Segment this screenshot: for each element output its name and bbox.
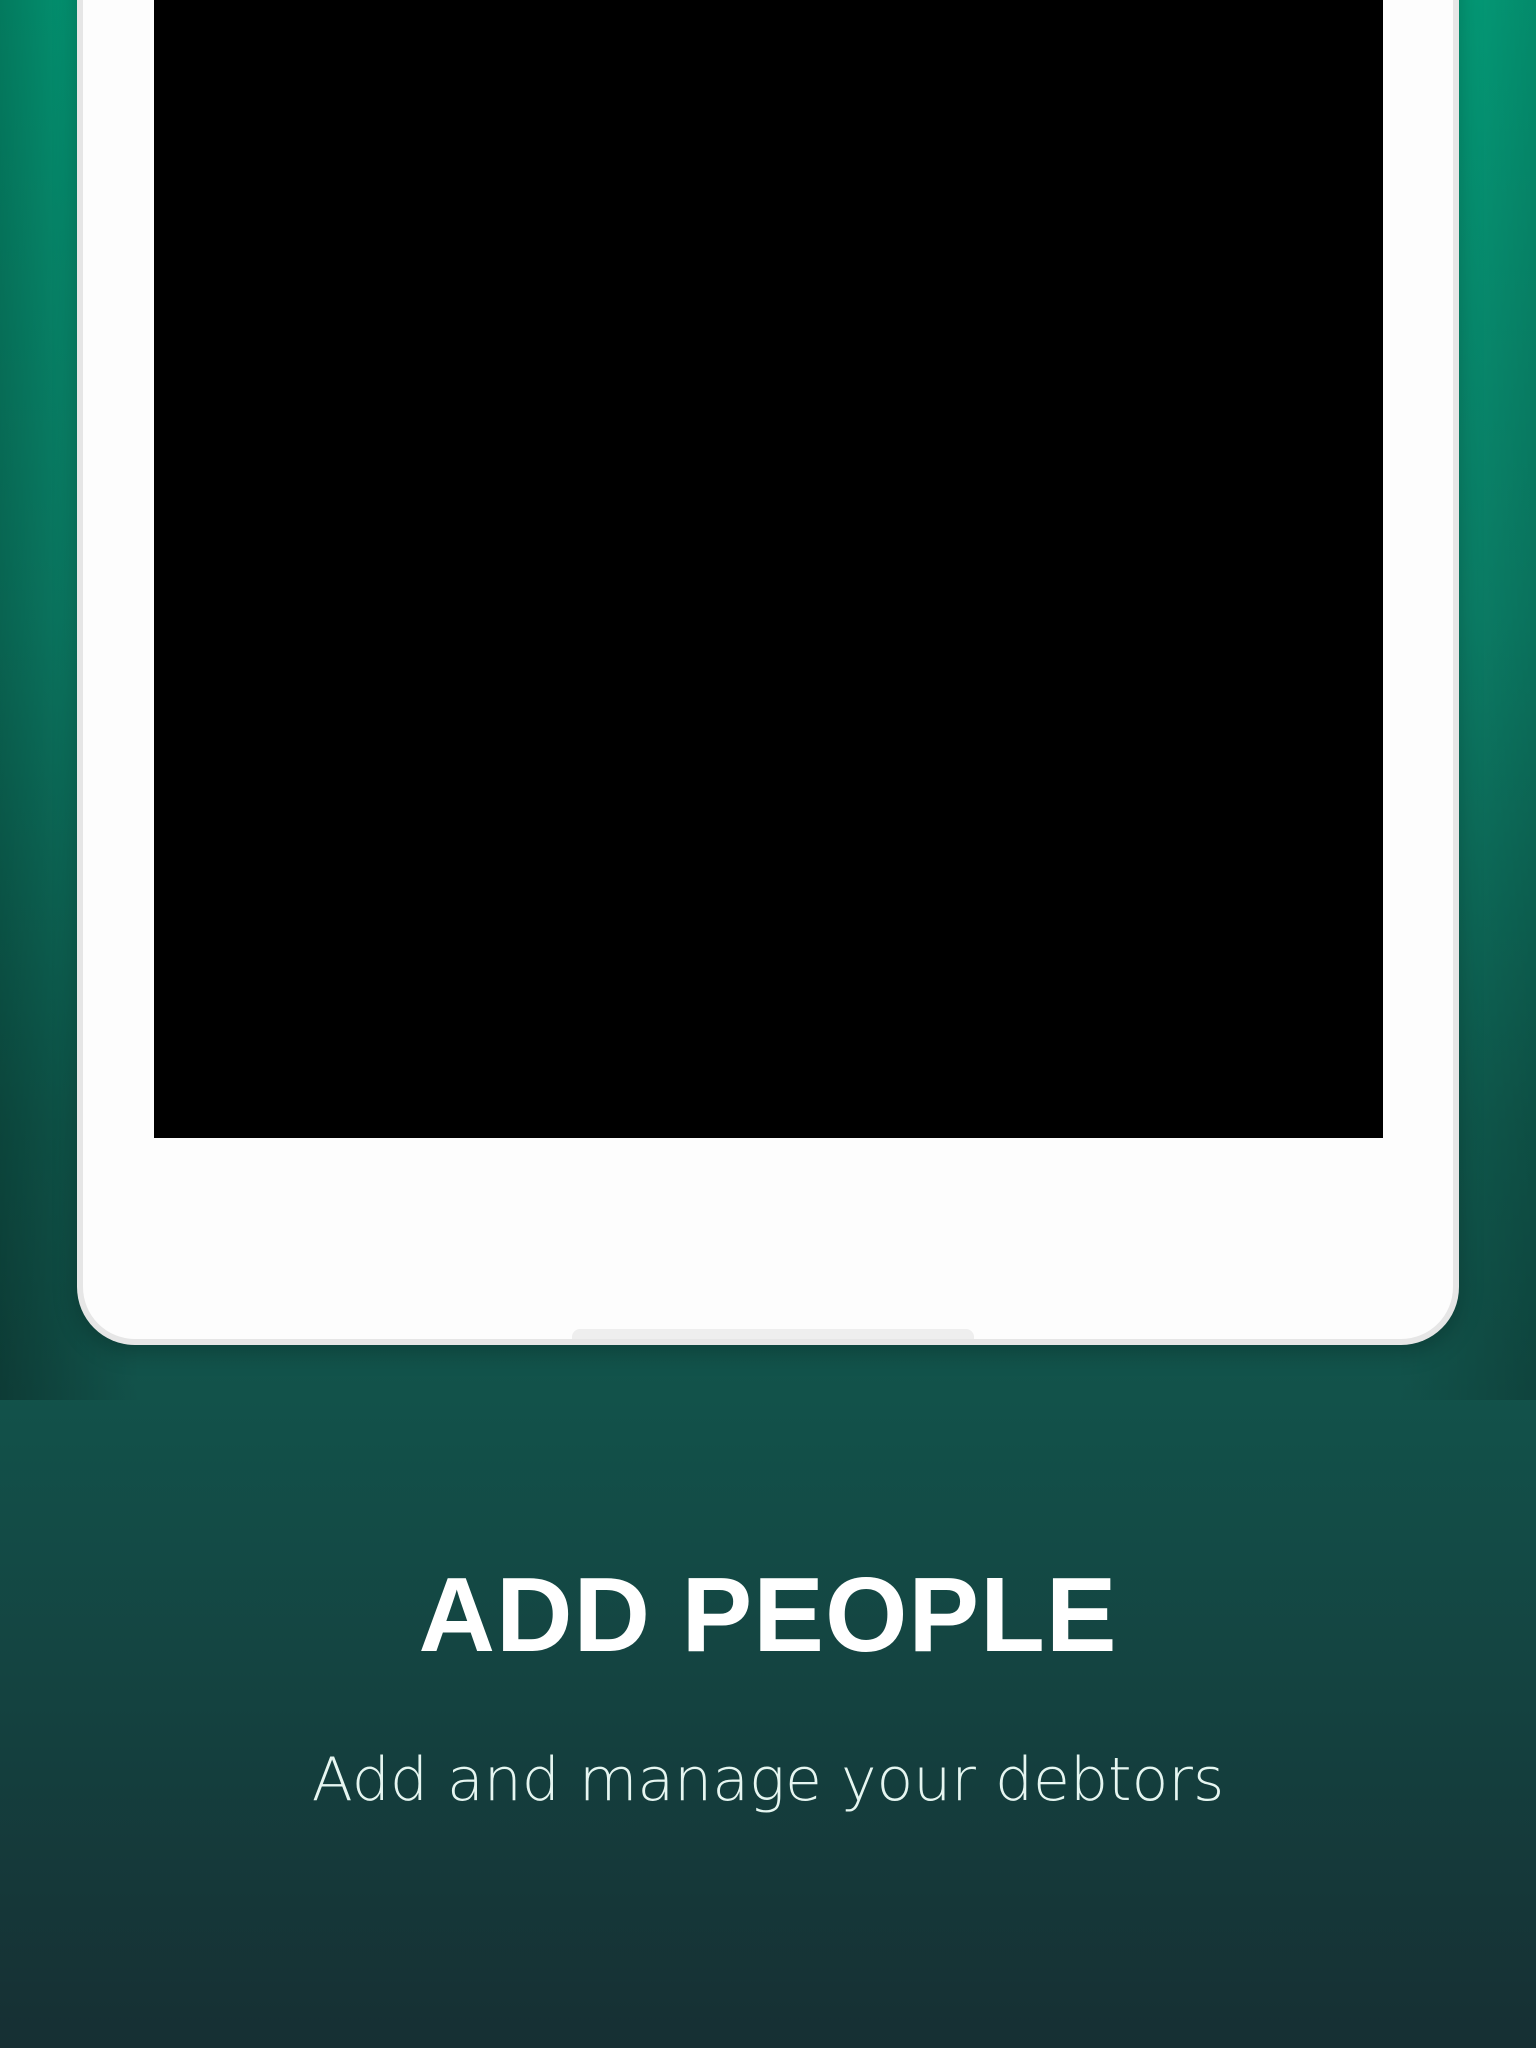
- tablet-screen: [154, 0, 1383, 1138]
- home-indicator-bar: [572, 1329, 974, 1339]
- page-subtitle: Add and manage your debtors: [311, 1745, 1225, 1815]
- tablet-device-frame: [77, 0, 1459, 1345]
- page-title: ADD PEOPLE: [418, 1556, 1118, 1674]
